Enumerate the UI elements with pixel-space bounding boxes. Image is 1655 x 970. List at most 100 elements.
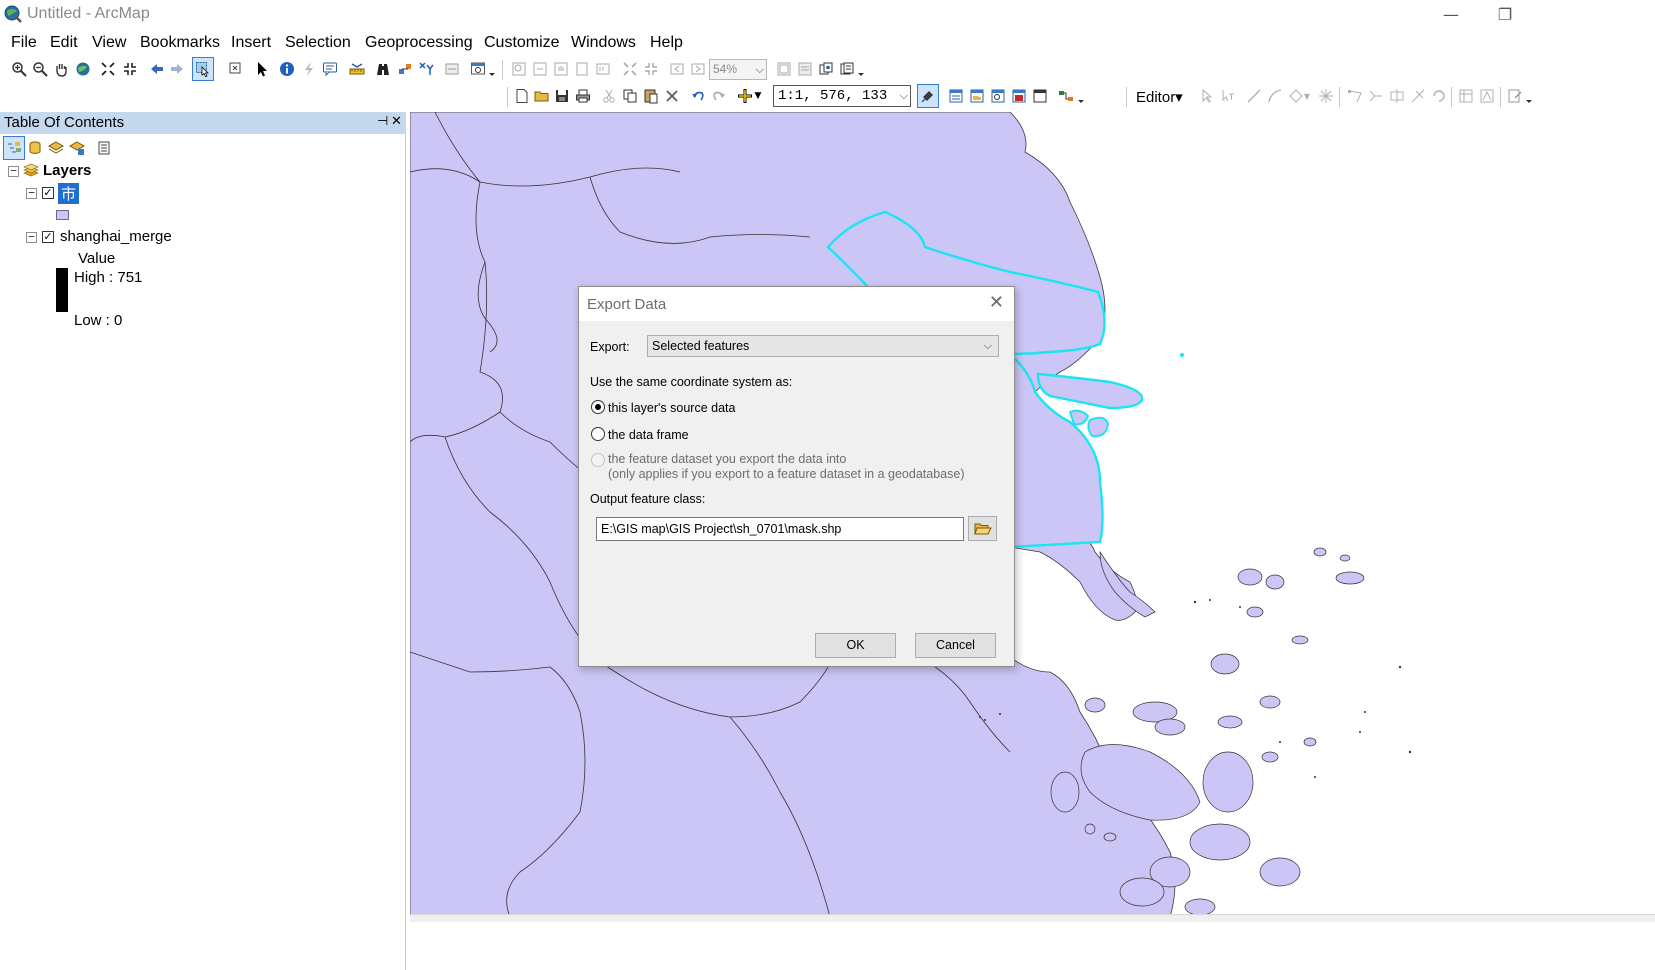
polygon-symbol-patch[interactable] (56, 210, 69, 220)
collapse-layer-icon[interactable]: − (26, 187, 37, 199)
menu-file[interactable]: File (11, 34, 37, 52)
radio-layer-source-label[interactable]: this layer's source data (608, 401, 735, 415)
edit-tool-icon[interactable] (1196, 84, 1218, 108)
toolbar-overflow-icon[interactable] (487, 57, 497, 81)
trace-tool-icon[interactable]: ▼ (1285, 84, 1313, 108)
layer-row-shanghai-merge[interactable]: − ✓ shanghai_merge (0, 228, 406, 248)
hyperlink-lightning-icon[interactable] (298, 57, 320, 81)
layout-pan-icon[interactable] (550, 57, 572, 81)
output-path-input[interactable]: E:\GIS map\GIS Project\sh_0701\mask.shp (596, 517, 964, 541)
layout-zoom-in-icon[interactable] (508, 57, 530, 81)
list-by-drawing-order-icon[interactable] (3, 136, 25, 160)
reshape-feature-icon[interactable] (1365, 84, 1387, 108)
radio-layer-source[interactable] (591, 400, 605, 414)
point-tool-icon[interactable] (1315, 84, 1337, 108)
layout-zoom-out-icon[interactable] (529, 57, 551, 81)
arctoolbox-window-icon[interactable] (1008, 84, 1030, 108)
previous-extent-icon[interactable] (666, 57, 688, 81)
radio-data-frame[interactable] (591, 427, 605, 441)
toolbar-overflow-icon[interactable] (1524, 84, 1534, 108)
menu-help[interactable]: Help (650, 34, 683, 52)
clear-selection-icon[interactable] (224, 57, 246, 81)
cut-polygons-icon[interactable] (1386, 84, 1408, 108)
collapse-layer-icon[interactable]: − (26, 231, 37, 243)
close-icon[interactable]: ✕ (989, 292, 1004, 313)
zoom-out-icon[interactable] (29, 57, 51, 81)
paste-icon[interactable] (640, 84, 662, 108)
copy-icon[interactable] (619, 84, 641, 108)
selected-island-small-1[interactable] (1068, 409, 1090, 426)
menu-bookmarks[interactable]: Bookmarks (140, 34, 220, 52)
menu-selection[interactable]: Selection (285, 34, 351, 52)
measure-ruler-icon[interactable] (346, 57, 368, 81)
end-point-arc-icon[interactable] (1264, 84, 1286, 108)
back-arrow-icon[interactable] (146, 57, 168, 81)
redo-icon[interactable] (708, 84, 730, 108)
change-layout-icon[interactable] (815, 57, 837, 81)
export-select[interactable]: Selected features ⌵ (647, 335, 999, 357)
search-window-icon[interactable] (987, 84, 1009, 108)
layer-name-shanghai-merge[interactable]: shanghai_merge (60, 228, 172, 245)
table-of-contents-window-icon[interactable] (945, 84, 967, 108)
radio-data-frame-label[interactable]: the data frame (608, 428, 689, 442)
menu-geoprocessing[interactable]: Geoprocessing (365, 34, 473, 52)
minimize-button[interactable]: — (1428, 2, 1474, 28)
save-disk-icon[interactable] (551, 84, 573, 108)
create-features-icon[interactable] (1504, 84, 1526, 108)
pan-hand-icon[interactable] (50, 57, 72, 81)
split-tool-icon[interactable] (1407, 84, 1429, 108)
select-elements-pointer-icon[interactable] (251, 57, 273, 81)
go-to-xy-icon[interactable] (415, 57, 437, 81)
toggle-draft-mode-icon[interactable] (773, 57, 795, 81)
python-window-icon[interactable] (1029, 84, 1051, 108)
menu-insert[interactable]: Insert (231, 34, 271, 52)
ok-button[interactable]: OK (815, 633, 896, 658)
pin-icon[interactable]: ⊣ (377, 114, 388, 129)
select-features-icon[interactable] (192, 57, 214, 81)
selected-island-small-2[interactable] (1087, 416, 1110, 438)
delete-x-icon[interactable] (661, 84, 683, 108)
forward-arrow-icon[interactable] (166, 57, 188, 81)
attributes-icon[interactable] (1455, 84, 1477, 108)
zoom-100-percent-icon[interactable] (592, 57, 614, 81)
layer-visibility-checkbox[interactable]: ✓ (42, 231, 54, 243)
map-scale-combo[interactable]: 1:1, 576, 133 ⌵ (773, 85, 911, 107)
layer-visibility-checkbox[interactable]: ✓ (42, 187, 54, 199)
layers-data-frame-row[interactable]: − Layers (0, 162, 406, 182)
list-by-visibility-icon[interactable] (45, 136, 67, 160)
menu-edit[interactable]: Edit (50, 34, 78, 52)
modelbuilder-icon[interactable] (1055, 84, 1077, 108)
zoom-in-icon[interactable] (8, 57, 30, 81)
restore-button[interactable]: ❐ (1482, 2, 1528, 28)
focus-data-frame-icon[interactable] (794, 57, 816, 81)
layout-zoom-combo[interactable]: 54% ⌵ (709, 59, 767, 80)
rotate-tool-icon[interactable] (1428, 84, 1450, 108)
toolbar-overflow-icon[interactable] (1076, 84, 1086, 108)
cut-scissors-icon[interactable] (598, 84, 620, 108)
find-route-icon[interactable] (394, 57, 416, 81)
collapse-layers-icon[interactable]: − (8, 165, 19, 177)
print-icon[interactable] (572, 84, 594, 108)
identify-info-icon[interactable] (276, 57, 298, 81)
new-document-icon[interactable] (511, 84, 533, 108)
next-extent-icon[interactable] (687, 57, 709, 81)
cancel-button[interactable]: Cancel (915, 633, 996, 658)
editor-toolbar-toggle-icon[interactable] (917, 84, 939, 108)
menu-windows[interactable]: Windows (571, 34, 636, 52)
selected-island-chongming[interactable] (1036, 372, 1144, 410)
layer-name-shi[interactable]: 市 (58, 183, 80, 204)
fixed-zoom-in-icon[interactable] (97, 57, 119, 81)
edit-annotation-tool-icon[interactable] (1217, 84, 1239, 108)
viewer-window-icon[interactable] (467, 57, 489, 81)
sketch-properties-icon[interactable] (1476, 84, 1498, 108)
data-driven-pages-icon[interactable] (836, 57, 858, 81)
close-panel-icon[interactable]: ✕ (391, 114, 402, 129)
full-extent-globe-icon[interactable] (72, 57, 94, 81)
map-horizontal-scrollbar[interactable] (410, 914, 1655, 922)
toolbar-overflow-icon[interactable] (856, 57, 866, 81)
editor-menu-button[interactable]: Editor▾ (1136, 88, 1183, 106)
zoom-whole-page-icon[interactable] (571, 57, 593, 81)
find-binoculars-icon[interactable] (372, 57, 394, 81)
toc-options-icon[interactable] (93, 136, 115, 160)
list-by-source-icon[interactable] (24, 136, 46, 160)
